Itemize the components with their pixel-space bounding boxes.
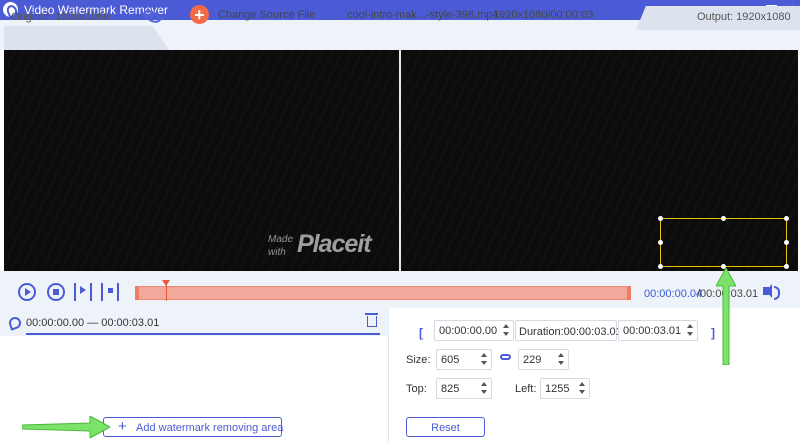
change-source-label: Change Source File [218,9,316,21]
start-time-value: 00:00:00.00 [439,325,498,337]
reset-label: Reset [431,422,460,434]
top-input[interactable]: 825 [436,378,492,399]
end-time-stepper[interactable] [684,321,697,340]
top-label: Top: [406,383,427,395]
volume-icon[interactable] [763,284,780,300]
width-stepper[interactable] [478,350,491,369]
annotation-arrow-left-icon [22,416,110,438]
plus-circle-icon [190,5,209,24]
end-time-input[interactable]: 00:00:03.01 [618,320,698,341]
selection-handle-tr[interactable] [784,216,789,221]
top-stepper[interactable] [478,379,491,398]
watermark-brand-text: Placeit [297,230,372,258]
selection-handle-mr[interactable] [784,240,789,245]
play-icon[interactable] [18,283,36,301]
watermark-with-text: with [268,247,286,258]
left-value: 1255 [545,383,570,395]
width-value: 605 [441,354,460,366]
trash-icon[interactable] [365,313,378,327]
height-input[interactable]: 229 [518,349,569,370]
left-label: Left: [515,383,537,395]
segment-time-range: 00:00:00.00 — 00:00:03.01 [26,317,160,329]
change-source-button[interactable]: Change Source File [190,5,315,25]
plus-icon: + [118,418,127,435]
file-name: cool-intro-mak...-style-398.mp4 [347,9,499,21]
watermark-made-text: Made [268,234,294,245]
file-info: 1920x1080/00:00:03 [493,9,594,21]
timeline-track[interactable] [136,286,629,300]
set-end-icon[interactable]: ] [711,326,715,340]
segment-progress-line [26,333,380,335]
original-resolution-label: Original: 1920x1080 [11,11,110,23]
end-time-value: 00:00:03.01 [623,325,682,337]
add-watermark-area-label: Add watermark removing area [136,422,284,434]
track-end-handle[interactable] [627,286,631,300]
stop-icon[interactable] [47,283,65,301]
selection-handle-tm[interactable] [721,216,726,221]
height-value: 229 [523,354,542,366]
size-label: Size: [406,354,431,366]
clip-end-icon[interactable] [101,283,119,301]
watermark-selection-box[interactable] [660,218,787,267]
left-stepper[interactable] [576,379,589,398]
track-start-handle[interactable] [135,286,139,300]
left-input[interactable]: 1255 [540,378,590,399]
current-time: 00:00:00.04 [644,288,703,300]
set-start-icon[interactable]: [ [419,326,423,340]
play-from-start-icon[interactable] [74,283,92,301]
selection-handle-ml[interactable] [658,240,663,245]
height-stepper[interactable] [555,350,568,369]
selection-handle-bl[interactable] [658,264,663,269]
start-time-stepper[interactable] [500,321,513,340]
reset-button[interactable]: Reset [406,417,485,437]
add-watermark-area-button[interactable]: + Add watermark removing area [103,417,284,437]
start-time-input[interactable]: 00:00:00.00 [434,320,514,341]
selection-handle-br[interactable] [784,264,789,269]
annotation-arrow-up-icon [716,268,736,365]
duration-label: Duration:00:00:03.01 [519,326,622,338]
output-resolution-label: Output: 1920x1080 [697,11,791,23]
original-tab [4,26,169,50]
top-value: 825 [441,383,460,395]
playhead[interactable] [162,280,170,301]
link-aspect-icon[interactable] [500,354,511,360]
width-input[interactable]: 605 [436,349,492,370]
selection-handle-tl[interactable] [658,216,663,221]
